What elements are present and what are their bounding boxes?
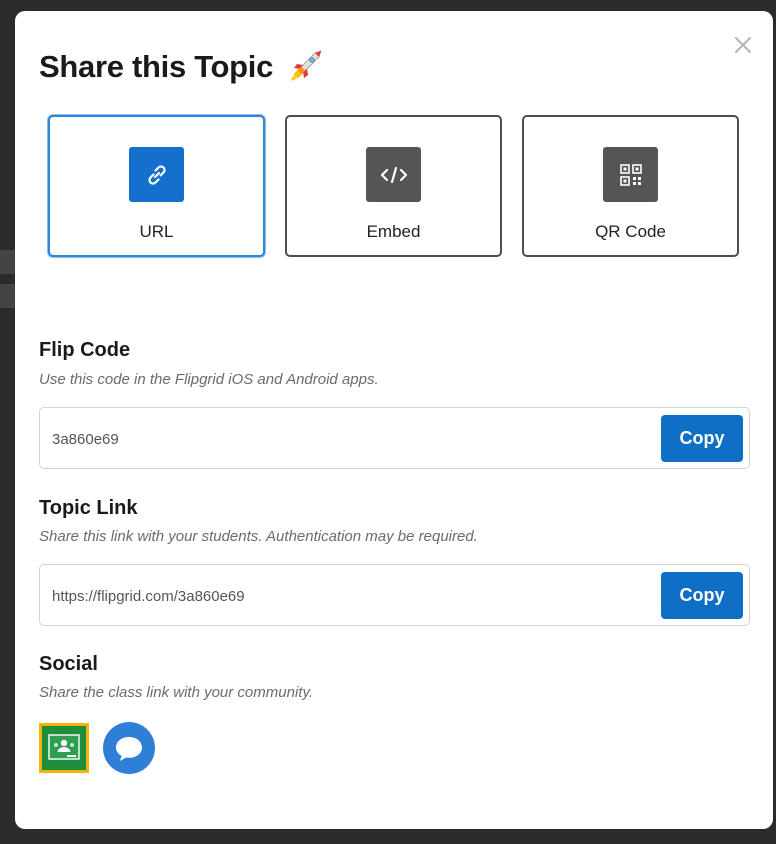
qr-code-icon <box>603 147 658 202</box>
flip-code-title: Flip Code <box>39 339 131 361</box>
tab-qr-code[interactable]: QR Code <box>522 115 739 257</box>
modal-title: Share this Topic <box>39 47 325 87</box>
close-button[interactable] <box>731 33 755 57</box>
flip-code-input[interactable] <box>52 428 612 450</box>
link-icon <box>129 147 184 202</box>
remind-button[interactable] <box>103 722 155 774</box>
close-icon <box>735 37 751 53</box>
tab-url-label: URL <box>139 222 174 241</box>
tab-embed-label: Embed <box>366 222 421 241</box>
social-subtitle: Share the class link with your community… <box>39 684 313 701</box>
remind-icon <box>116 737 142 761</box>
tab-url[interactable]: URL <box>48 115 265 257</box>
flip-code-subtitle: Use this code in the Flipgrid iOS and An… <box>39 371 379 388</box>
share-modal: Share this Topic URL Embed QR Code Flip … <box>15 11 773 829</box>
topic-link-title: Topic Link <box>39 497 138 519</box>
topic-link-subtitle: Share this link with your students. Auth… <box>39 528 478 545</box>
social-share-row <box>39 722 155 774</box>
modal-title-text: Share this Topic <box>39 49 274 84</box>
rocket-icon <box>285 47 325 87</box>
google-classroom-button[interactable] <box>39 723 89 773</box>
tab-embed[interactable]: Embed <box>285 115 502 257</box>
flip-code-field: Copy <box>39 407 750 469</box>
tab-qr-code-label: QR Code <box>595 222 666 241</box>
copy-topic-link-button[interactable]: Copy <box>661 572 743 619</box>
backdrop-stripe <box>0 250 16 274</box>
topic-link-input[interactable] <box>52 585 612 607</box>
topic-link-field: Copy <box>39 564 750 626</box>
copy-flip-code-button[interactable]: Copy <box>661 415 743 462</box>
code-icon <box>366 147 421 202</box>
google-classroom-icon <box>48 734 80 760</box>
share-type-tabs: URL Embed QR Code <box>48 115 739 257</box>
social-title: Social <box>39 653 98 675</box>
backdrop-stripe <box>0 284 16 308</box>
